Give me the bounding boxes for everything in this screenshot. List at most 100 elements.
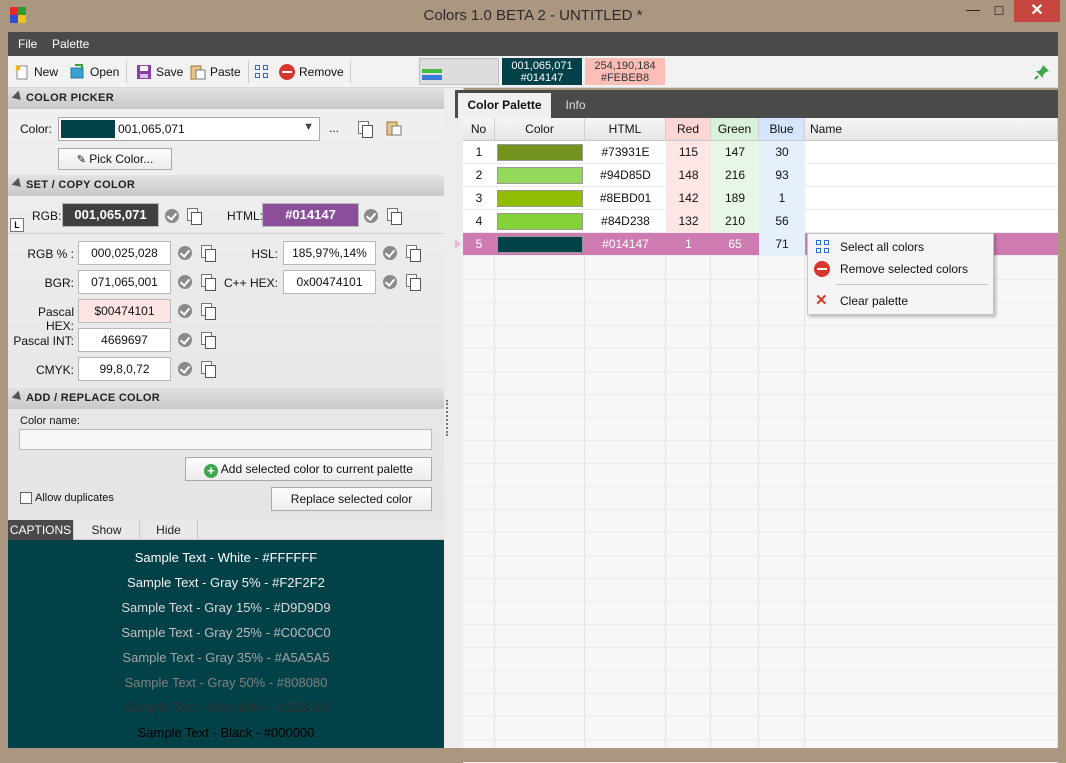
tab-color-palette[interactable]: Color Palette [458, 93, 551, 118]
copy-rgb-icon[interactable] [187, 208, 202, 225]
color-bars-swatch[interactable] [419, 58, 499, 85]
close-button[interactable]: ✕ [1014, 0, 1060, 22]
primary-swatch-rgb: 001,065,071 [511, 60, 573, 72]
more-button[interactable]: ... [329, 121, 339, 135]
tab-captions[interactable]: CAPTIONS [8, 520, 74, 540]
copy-pascal-hex-icon[interactable] [201, 303, 216, 320]
allow-duplicates-checkbox[interactable] [20, 492, 32, 504]
color-label: Color: [20, 122, 53, 136]
copy-hsl-icon[interactable] [406, 245, 421, 262]
pin-icon[interactable] [1034, 64, 1050, 83]
copy-html-icon[interactable] [387, 208, 402, 225]
apply-cpp-hex-icon[interactable] [383, 275, 397, 289]
secondary-color-swatch[interactable]: 254,190,184 #FEBEB8 [585, 58, 665, 85]
tab-show[interactable]: Show [74, 520, 140, 540]
copy-cmyk-icon[interactable] [201, 361, 216, 378]
open-button[interactable]: Open [70, 62, 119, 82]
html-cell: #94D85D [600, 168, 651, 182]
column-header-no[interactable]: No [463, 118, 495, 141]
table-row[interactable]: 3 #8EBD01 142 189 1 [463, 187, 1058, 210]
apply-bgr-icon[interactable] [178, 275, 192, 289]
table-row[interactable]: 2 #94D85D 148 216 93 [463, 164, 1058, 187]
pascal-hex-field[interactable]: $00474101 [78, 299, 171, 323]
color-name-input[interactable] [19, 429, 432, 450]
cmyk-field[interactable]: 99,8,0,72 [78, 357, 171, 381]
remove-label: Remove [299, 65, 344, 79]
color-dropdown[interactable]: 001,065,071 ▼ [58, 117, 320, 141]
row-selector-arrow [455, 239, 461, 249]
hsl-field[interactable]: 185,97%,14% [283, 241, 376, 265]
color-swatch [497, 190, 583, 207]
column-header-name[interactable]: Name [805, 118, 1058, 141]
apply-html-icon[interactable] [364, 209, 378, 223]
maximize-button[interactable]: ☐ [984, 0, 1014, 22]
paste-icon[interactable] [386, 120, 402, 139]
pascal-int-field[interactable]: 4669697 [78, 328, 171, 352]
dropdown-color-value: 001,065,071 [118, 122, 185, 136]
rgb-field[interactable]: 001,065,071 [62, 203, 159, 227]
pick-color-button[interactable]: ✎ Pick Color... [58, 148, 172, 170]
green-cell: 210 [711, 210, 759, 233]
select-all-button[interactable] [255, 62, 269, 82]
tab-info[interactable]: Info [553, 93, 598, 118]
color-cell [495, 233, 585, 256]
allow-duplicates-label: Allow duplicates [35, 492, 114, 504]
apply-pascal-int-icon[interactable] [178, 333, 192, 347]
copy-pascal-int-icon[interactable] [201, 332, 216, 349]
apply-hsl-icon[interactable] [383, 246, 397, 260]
caption-line: Sample Text - White - #FFFFFF [134, 550, 318, 565]
paste-label: Paste [210, 65, 241, 79]
color-picker-header: COLOR PICKER [8, 88, 444, 109]
add-color-button[interactable]: + Add selected color to current palette [185, 457, 432, 481]
color-swatch [497, 236, 583, 253]
apply-pascal-hex-icon[interactable] [178, 304, 192, 318]
grid-icon [816, 240, 830, 254]
save-button[interactable]: Save [136, 62, 183, 82]
pascal-int-label: Pascal INT: [13, 334, 74, 348]
context-menu: Select all colors Remove selected colors… [807, 233, 994, 315]
color-swatch [497, 213, 583, 230]
replace-color-button[interactable]: Replace selected color [271, 487, 432, 511]
copy-icon[interactable] [358, 121, 373, 138]
column-header-blue[interactable]: Blue [759, 118, 805, 141]
pascal-hex-label: Pascal HEX: [37, 305, 74, 333]
red-cell: 132 [666, 210, 711, 233]
rgb-percent-label: RGB % : [27, 247, 74, 261]
open-label: Open [90, 65, 120, 79]
eyedropper-icon: ✎ [76, 154, 86, 166]
column-header-red[interactable]: Red [666, 118, 711, 141]
copy-cpp-hex-icon[interactable] [406, 274, 421, 291]
ctx-clear-palette[interactable]: ✕ Clear palette [808, 291, 993, 311]
green-cell: 65 [728, 237, 742, 251]
color-cell [495, 210, 585, 233]
cpp-hex-field[interactable]: 0x00474101 [283, 270, 376, 294]
caption-line: Sample Text - Gray 25% - #C0C0C0 [121, 625, 331, 640]
ctx-remove-selected[interactable]: Remove selected colors [808, 259, 993, 279]
l-badge[interactable]: L [10, 218, 24, 232]
paste-button[interactable]: Paste [190, 62, 241, 82]
column-header-color[interactable]: Color [495, 118, 585, 141]
column-header-html[interactable]: HTML [585, 118, 666, 141]
caption-line: Sample Text - Gray 80% - #333333 [124, 700, 328, 715]
apply-rgb-icon[interactable] [165, 209, 179, 223]
menu-bar: File Palette [8, 32, 1058, 56]
html-field[interactable]: #014147 [262, 203, 359, 227]
table-row[interactable]: 1 #73931E 115 147 30 [463, 141, 1058, 164]
column-header-green[interactable]: Green [711, 118, 759, 141]
apply-cmyk-icon[interactable] [178, 362, 192, 376]
palette-tab-bar: Color Palette Info [455, 90, 1058, 118]
rgb-percent-field[interactable]: 000,025,028 [78, 241, 171, 265]
menu-file[interactable]: File [18, 37, 37, 51]
tab-hide[interactable]: Hide [140, 520, 198, 540]
secondary-swatch-html: #FEBEB8 [600, 72, 650, 84]
splitter-grip[interactable] [446, 400, 448, 436]
primary-color-swatch[interactable]: 001,065,071 #014147 [502, 58, 582, 85]
menu-palette[interactable]: Palette [52, 37, 89, 51]
remove-button[interactable]: Remove [279, 62, 344, 82]
apply-rgb-percent-icon[interactable] [178, 246, 192, 260]
ctx-select-all[interactable]: Select all colors [808, 237, 993, 257]
bgr-field[interactable]: 071,065,001 [78, 270, 171, 294]
table-row[interactable]: 4 #84D238 132 210 56 [463, 210, 1058, 233]
new-button[interactable]: New [14, 62, 58, 82]
add-replace-header: ADD / REPLACE COLOR [8, 388, 444, 409]
